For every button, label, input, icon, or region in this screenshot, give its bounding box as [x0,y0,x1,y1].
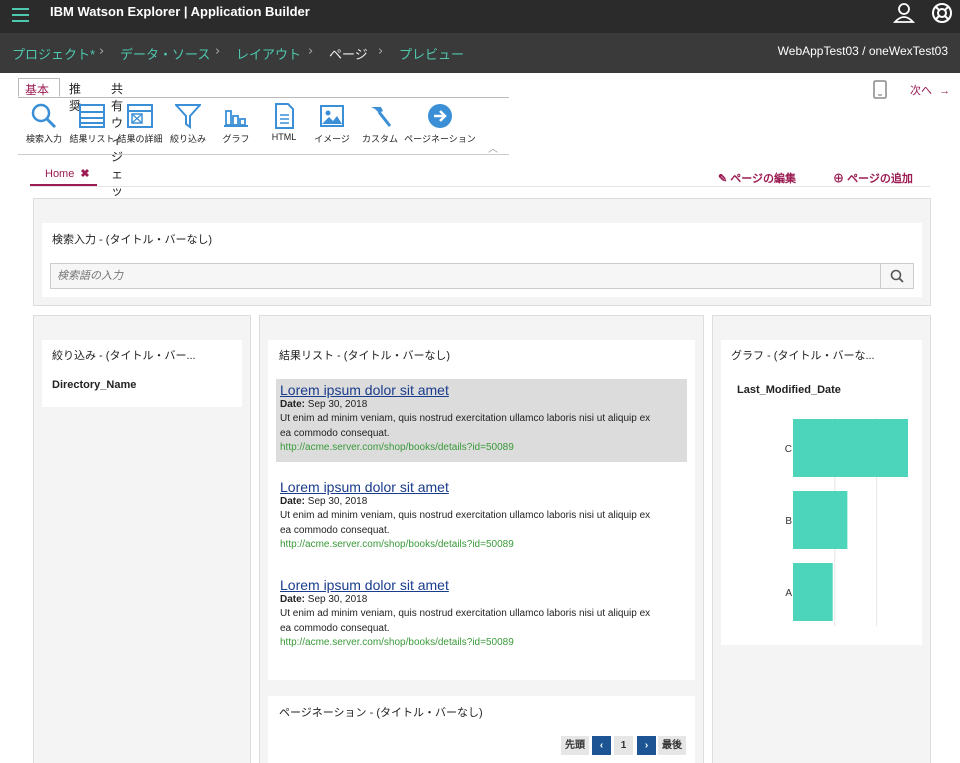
plus-circle-icon: ⊕ [833,173,844,185]
result-body-line: Ut enim ad minim veniam, quis nostrud ex… [280,413,651,424]
add-page-button[interactable]: ⊕ ページの追加 [833,170,913,186]
image-icon [320,105,344,127]
search-button[interactable] [880,264,913,288]
result-date: Sep 30, 2018 [307,496,368,507]
refine-field-label: Directory_Name [52,379,137,391]
result-body-line: Ut enim ad minim veniam, quis nostrud ex… [280,608,651,619]
result-title-link[interactable]: Lorem ipsum dolor sit amet [280,382,683,398]
edit-page-label: ページの編集 [730,173,797,185]
chart-bar-A[interactable] [793,563,833,621]
divider [18,154,509,155]
page-tab-label: Home [45,168,75,180]
result-title-link[interactable]: Lorem ipsum dolor sit amet [280,577,683,593]
top-header: IBM Watson Explorer | Application Builde… [0,0,960,33]
widget-pagination[interactable]: ページネーション [402,103,478,145]
tab-recommended[interactable]: 推奨 [63,78,87,113]
detail-icon [127,104,153,128]
pencil-icon: ✎ [718,173,728,185]
document-icon [275,103,294,129]
next-label: 次へ [910,85,932,97]
result-date: Sep 30, 2018 [307,399,368,410]
result-body-line: ea commodo consequat. [280,623,390,634]
search-input[interactable] [51,264,871,288]
close-icon[interactable]: ✖ [80,168,89,180]
widget-label: カスタム [361,134,398,144]
search-widget-title: 検索入力 - (タイトル・バーなし) [52,234,213,246]
chevron-right-icon: › [308,44,314,59]
chart-widget-title: グラフ - (タイトル・バーな... [731,350,875,362]
chevron-right-icon: › [378,44,384,59]
mobile-preview-icon[interactable] [873,80,887,99]
chart-bar-C[interactable] [793,419,908,477]
arrow-right-icon: → [939,85,951,97]
chevron-right-icon: › [215,44,221,59]
breadcrumb-data-source[interactable]: データ・ソース [120,44,210,63]
result-url: http://acme.server.com/shop/books/detail… [280,539,514,550]
first-page-button[interactable]: 先頭 [561,736,589,755]
results-widget-title: 結果リスト - (タイトル・バーなし) [279,350,451,362]
user-icon[interactable] [893,2,915,24]
list-item[interactable]: Lorem ipsum dolor sit amet Date: Sep 30,… [276,476,687,559]
widget-custom[interactable]: カスタム [352,103,408,145]
chart-category-label: B [785,516,792,527]
date-label: Date: [280,594,306,605]
last-page-button[interactable]: 最後 [658,736,686,755]
chevron-right-icon: › [99,44,105,59]
pagination-widget-title: ページネーション - (タイトル・バーなし) [279,707,483,719]
environment-label: WebAppTest03 / oneWexTest03 [777,44,948,58]
hammer-icon [371,107,392,127]
menu-icon[interactable] [12,8,29,23]
result-url: http://acme.server.com/shop/books/detail… [280,637,514,648]
result-body-line: ea commodo consequat. [280,525,390,536]
search-icon [890,269,904,283]
result-url: http://acme.server.com/shop/books/detail… [280,442,514,453]
breadcrumb: プロジェクト* › データ・ソース › レイアウト › ページ › プレビュー … [0,33,960,73]
chart-category-label: A [785,588,792,599]
tab-basic[interactable]: 基本 [18,78,60,97]
chevron-left-icon[interactable]: ‹ [592,736,611,755]
filter-icon [175,104,201,129]
divider [18,97,509,98]
help-lifebuoy-icon[interactable] [931,2,953,24]
list-item[interactable]: Lorem ipsum dolor sit amet Date: Sep 30,… [276,379,687,462]
breadcrumb-layout[interactable]: レイアウト [236,44,301,63]
add-page-label: ページの追加 [847,173,913,185]
tab-shared-widgets[interactable]: 共有ウィジェット [105,78,129,215]
breadcrumb-page: ページ [329,47,368,62]
breadcrumb-preview[interactable]: プレビュー [399,44,464,63]
chart-bar-B[interactable] [793,491,848,549]
next-button[interactable]: 次へ → [910,82,950,98]
chart-category-label: C [785,444,792,455]
tab-home[interactable]: Home ✖ [30,163,97,186]
divider [30,186,930,187]
edit-page-button[interactable]: ✎ ページの編集 [718,170,796,186]
result-body-line: ea commodo consequat. [280,428,390,439]
bar-chart: C B A [785,418,908,626]
widget-label: ページネーション [404,134,476,144]
search-icon [31,103,57,129]
chart-field-label: Last_Modified_Date [737,384,841,396]
chevron-up-icon[interactable]: ︿ [488,140,498,155]
result-date: Sep 30, 2018 [307,594,368,605]
breadcrumb-project[interactable]: プロジェクト* [12,44,95,63]
list-item[interactable]: Lorem ipsum dolor sit amet Date: Sep 30,… [276,574,687,657]
date-label: Date: [280,496,306,507]
search-field [50,263,914,289]
page-number[interactable]: 1 [614,736,633,755]
list-icon [79,104,105,128]
date-label: Date: [280,399,306,410]
chevron-right-icon[interactable]: › [637,736,656,755]
result-title-link[interactable]: Lorem ipsum dolor sit amet [280,479,683,495]
result-body-line: Ut enim ad minim veniam, quis nostrud ex… [280,510,651,521]
arrow-right-circle-icon [428,104,452,128]
bar-chart-icon [224,110,248,127]
app-title: IBM Watson Explorer | Application Builde… [50,4,310,19]
refine-widget-title: 絞り込み - (タイトル・バー... [52,350,196,362]
